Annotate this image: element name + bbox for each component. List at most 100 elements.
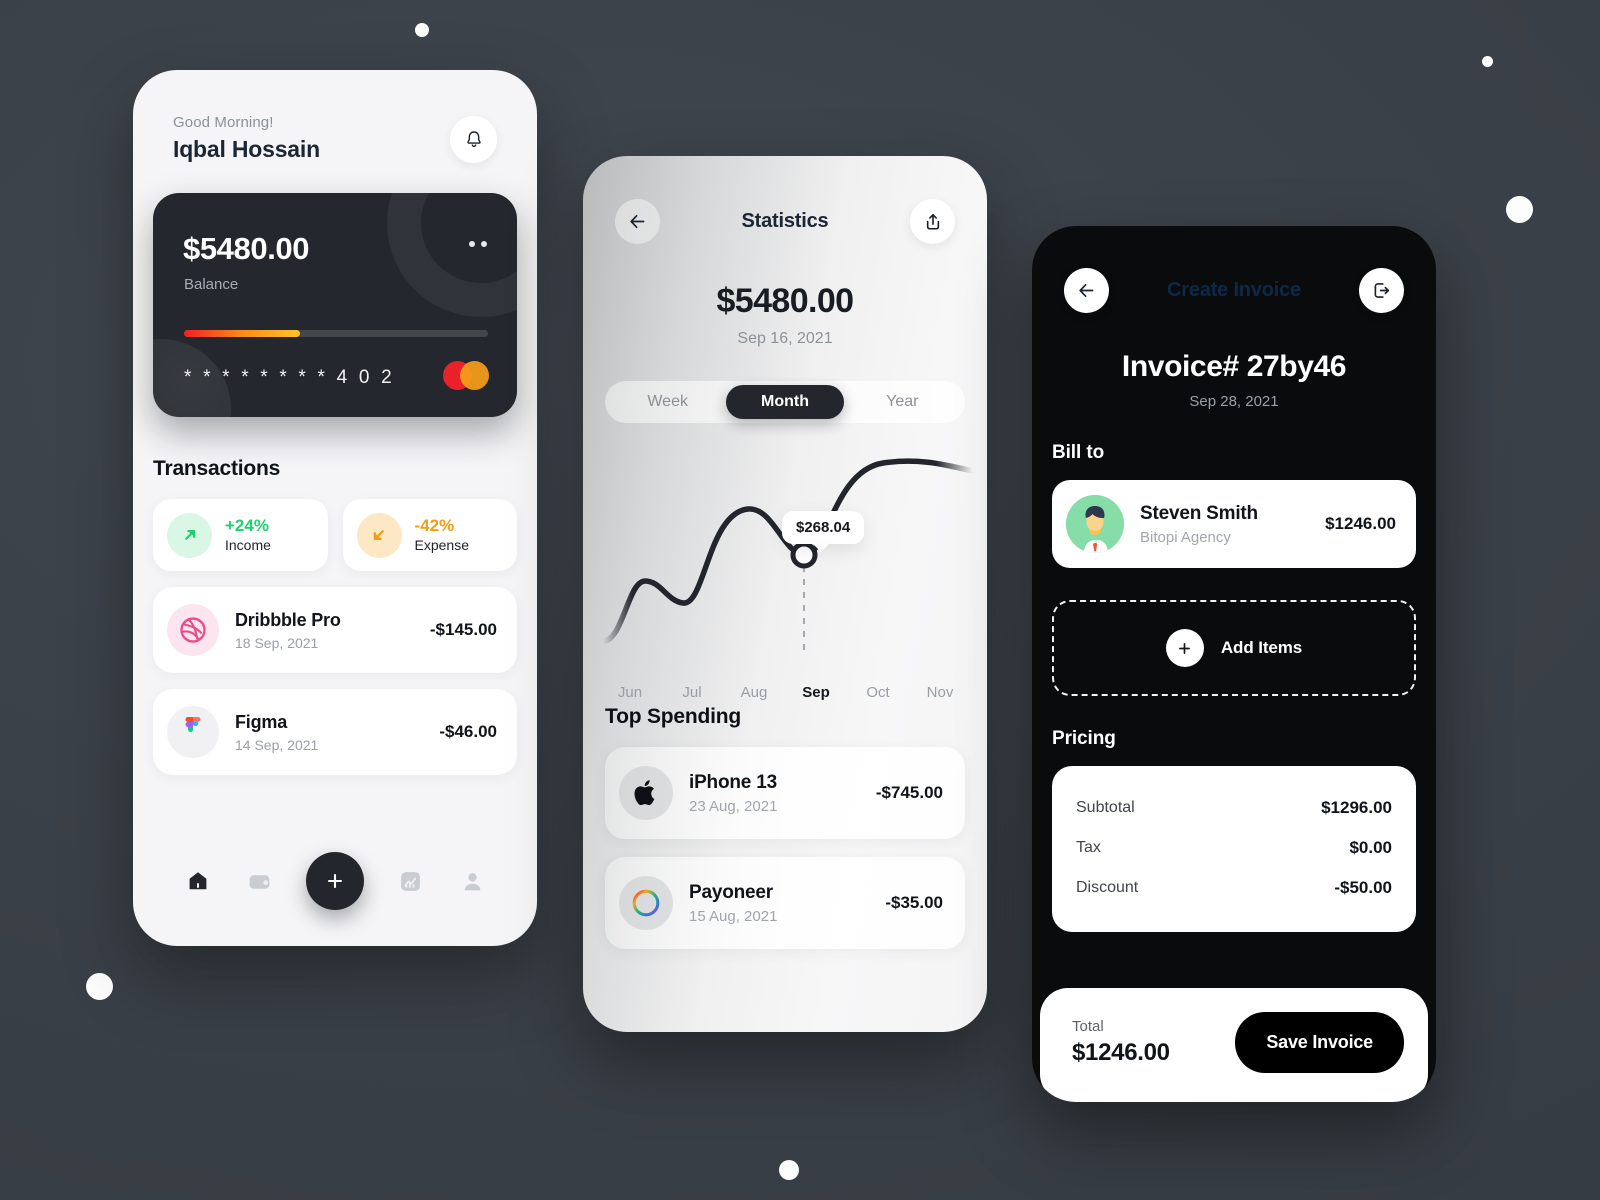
table-row[interactable]: Figma 14 Sep, 2021 -$46.00 (153, 689, 517, 775)
statistics-header: Statistics (583, 156, 987, 244)
total-bar: Total $1246.00 Save Invoice (1040, 988, 1428, 1102)
share-icon (926, 213, 939, 230)
figma-icon (167, 706, 219, 758)
period-segmented-control: Week Month Year (605, 381, 965, 423)
avatar (1066, 495, 1124, 553)
tab-month[interactable]: Month (726, 385, 844, 419)
spending-date: 15 Aug, 2021 (689, 907, 778, 925)
save-invoice-button[interactable]: Save Invoice (1235, 1011, 1404, 1073)
table-row: Tax $0.00 (1076, 828, 1392, 868)
transaction-date: 14 Sep, 2021 (235, 736, 319, 753)
table-row: Discount -$50.00 (1076, 868, 1392, 908)
axis-label: Jul (682, 684, 702, 701)
client-card[interactable]: Steven Smith Bitopi Agency $1246.00 (1052, 480, 1416, 568)
nav-home-button[interactable] (183, 866, 213, 896)
spending-amount: -$745.00 (875, 783, 943, 802)
table-row[interactable]: Dribbble Pro 18 Sep, 2021 -$145.00 (153, 587, 517, 673)
expense-percent: -42% (414, 515, 455, 535)
arrow-left-icon (630, 214, 645, 229)
card-number: * * * * * * * * 4 0 2 (184, 367, 395, 388)
greeting-text: Good Morning! (173, 114, 274, 131)
balance-amount: $5480.00 (183, 231, 310, 266)
logout-icon (1374, 283, 1390, 298)
home-screen: Good Morning! Iqbal Hossain $5480.00 Bal… (133, 70, 537, 946)
balance-label: Balance (184, 276, 239, 293)
bg-dot-3 (1506, 196, 1533, 223)
price-label: Subtotal (1076, 799, 1135, 816)
balance-progress-track (184, 330, 488, 337)
income-label: Income (225, 537, 271, 554)
person-icon (464, 872, 480, 890)
income-percent: +24% (225, 515, 269, 535)
statistics-date: Sep 16, 2021 (737, 330, 833, 347)
user-name: Iqbal Hossain (173, 136, 320, 162)
bg-dot-5 (779, 1160, 799, 1180)
tab-year[interactable]: Year (844, 385, 961, 419)
list-item[interactable]: iPhone 13 23 Aug, 2021 -$745.00 (605, 747, 965, 839)
plus-icon (327, 873, 342, 889)
page-title: Statistics (741, 210, 829, 232)
back-button[interactable] (615, 199, 660, 244)
chart-svg (600, 458, 976, 653)
client-company: Bitopi Agency (1140, 528, 1231, 546)
more-dots-icon (481, 241, 487, 247)
nav-profile-button[interactable] (457, 866, 487, 896)
apple-icon (619, 766, 673, 820)
page-title: Create Invoice (1167, 279, 1301, 301)
axis-label-active: Sep (802, 684, 830, 701)
chart-x-axis: Jun Jul Aug Sep Oct Nov (583, 684, 987, 701)
spending-amount: -$35.00 (885, 893, 943, 912)
more-dots-icon (469, 241, 475, 247)
chart-icon (401, 871, 420, 891)
axis-label: Aug (740, 684, 768, 701)
share-button[interactable] (910, 199, 955, 244)
notification-button[interactable] (450, 116, 497, 163)
expense-pill[interactable]: -42% Expense (342, 499, 517, 571)
create-invoice-screen: Create Invoice Invoice# 27by46 Sep 28, 2… (1032, 226, 1436, 1102)
chart-tooltip: $268.04 (782, 511, 865, 552)
add-button[interactable] (305, 852, 364, 910)
logout-button[interactable] (1359, 268, 1404, 313)
pricing-title: Pricing (1052, 728, 1116, 749)
nav-wallet-button[interactable] (244, 866, 274, 896)
wallet-icon (249, 874, 270, 889)
transaction-date: 18 Sep, 2021 (235, 634, 319, 651)
statistics-amount: $5480.00 (716, 282, 854, 320)
price-value: $1296.00 (1321, 798, 1392, 817)
arrow-up-right-icon (167, 512, 212, 558)
expense-label: Expense (414, 537, 469, 554)
invoice-date: Sep 28, 2021 (1189, 393, 1279, 410)
income-pill[interactable]: +24% Income (153, 499, 328, 571)
arrow-down-left-icon (356, 512, 402, 558)
statistics-screen: Statistics $5480.00 Sep 16, 2021 Week Mo… (583, 156, 987, 1032)
client-amount: $1246.00 (1325, 514, 1396, 533)
spending-line-chart[interactable]: $268.04 Jun Jul Aug Sep Oct Nov (583, 441, 987, 701)
nav-stats-button[interactable] (396, 866, 426, 896)
home-header: Good Morning! Iqbal Hossain (133, 70, 537, 163)
plus-icon (1165, 629, 1204, 667)
dribbble-icon (167, 604, 219, 656)
add-items-button[interactable]: Add Items (1052, 600, 1416, 696)
transaction-name: Dribbble Pro (235, 609, 341, 630)
list-item[interactable]: Payoneer 15 Aug, 2021 -$35.00 (605, 857, 965, 949)
greeting-block: Good Morning! Iqbal Hossain (173, 114, 320, 163)
bg-dot-4 (86, 973, 113, 1000)
table-row: Subtotal $1296.00 (1076, 788, 1392, 828)
home-icon (189, 872, 207, 890)
top-spending-title: Top Spending (605, 705, 742, 728)
balance-progress-fill (184, 330, 300, 337)
price-label: Discount (1076, 879, 1139, 896)
back-button[interactable] (1064, 268, 1109, 313)
card-more-button[interactable] (469, 241, 487, 247)
stats-pill-row: +24% Income -42% Expense (133, 481, 537, 571)
balance-card[interactable]: $5480.00 Balance * * * * * * * * 4 0 2 (153, 193, 517, 417)
pricing-card: Subtotal $1296.00 Tax $0.00 Discount -$5… (1052, 766, 1416, 932)
price-value: -$50.00 (1334, 878, 1392, 897)
transaction-amount: -$145.00 (429, 620, 497, 639)
spending-name: Payoneer (689, 881, 773, 903)
transactions-title: Transactions (153, 457, 281, 480)
mastercard-icon (443, 361, 489, 390)
payoneer-icon (619, 876, 673, 930)
bill-to-title: Bill to (1052, 442, 1105, 463)
tab-week[interactable]: Week (609, 385, 726, 419)
